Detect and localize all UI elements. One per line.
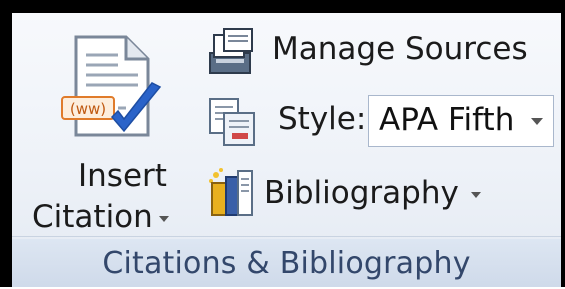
svg-text:(ww): (ww): [70, 100, 106, 118]
style-group: Style:: [202, 95, 366, 149]
style-icon: [209, 98, 255, 146]
manage-sources-button[interactable]: Manage Sources: [202, 25, 552, 81]
bibliography-button[interactable]: Bibliography: [202, 163, 532, 223]
insert-citation-button[interactable]: (ww) Insert Citation: [32, 25, 182, 235]
bibliography-label: Bibliography: [264, 175, 481, 211]
style-dropdown-arrow-icon[interactable]: [531, 118, 543, 125]
manage-sources-label: Manage Sources: [272, 31, 528, 67]
ribbon-group-label: Citations & Bibliography: [12, 239, 561, 287]
insert-citation-label-line2: Citation: [32, 199, 169, 235]
bibliography-icon: [209, 168, 253, 216]
insert-citation-icon: (ww): [61, 35, 162, 137]
insert-citation-label-line1: Insert: [78, 158, 167, 194]
insert-citation-dropdown-arrow-icon[interactable]: [158, 215, 169, 222]
style-dropdown[interactable]: APA Fifth: [368, 95, 554, 147]
ribbon-group-citations: (ww) Insert Citation Manage Sources Styl…: [12, 13, 561, 287]
bibliography-dropdown-arrow-icon[interactable]: [470, 191, 481, 198]
window-frame: (ww) Insert Citation Manage Sources Styl…: [0, 0, 565, 287]
manage-sources-icon: [209, 28, 253, 74]
style-dropdown-value: APA Fifth: [379, 102, 515, 138]
group-separator: [12, 236, 561, 237]
style-label: Style:: [278, 101, 367, 137]
